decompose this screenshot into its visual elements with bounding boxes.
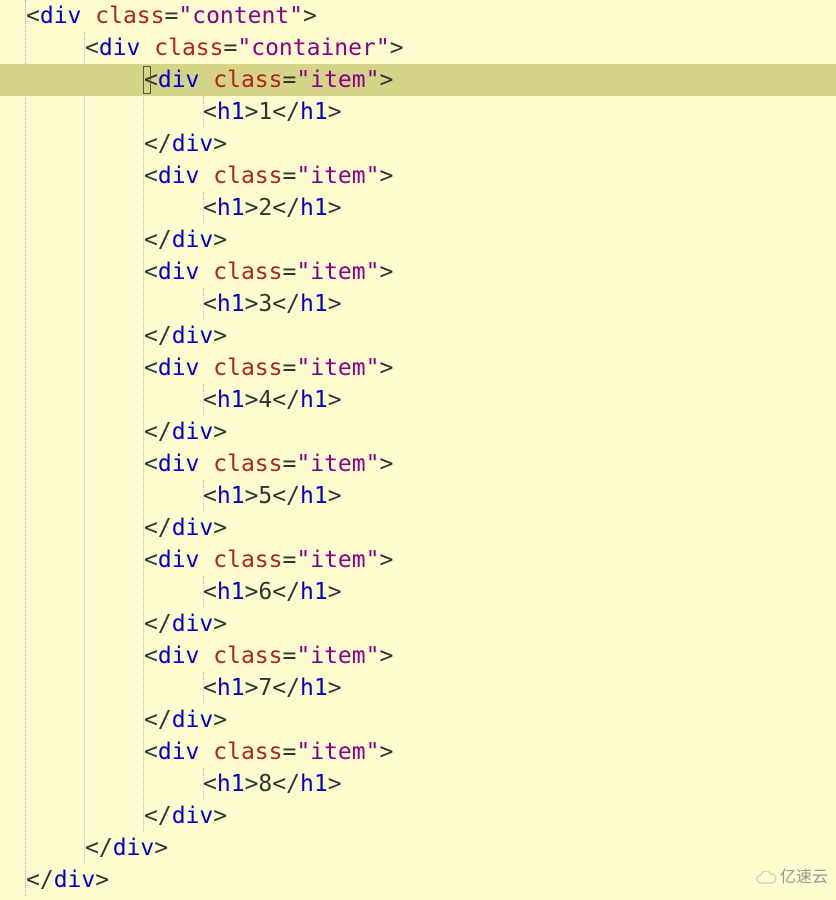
cursor bbox=[143, 66, 151, 94]
indent-guide bbox=[203, 96, 204, 128]
indent-guide bbox=[203, 384, 204, 416]
code-line[interactable]: <div class="item"> bbox=[0, 544, 836, 576]
code-line[interactable]: </div> bbox=[0, 416, 836, 448]
code-line[interactable]: <h1>3</h1> bbox=[0, 288, 836, 320]
indent-guide bbox=[203, 576, 204, 608]
code-line[interactable]: <div class="item"> bbox=[0, 448, 836, 480]
indent-guide bbox=[203, 192, 204, 224]
code-line[interactable]: </div> bbox=[0, 512, 836, 544]
code-editor[interactable]: <div class="content"><div class="contain… bbox=[0, 0, 836, 896]
code-line[interactable]: </div> bbox=[0, 800, 836, 832]
code-line[interactable]: <h1>1</h1> bbox=[0, 96, 836, 128]
code-line[interactable]: </div> bbox=[0, 128, 836, 160]
code-line[interactable]: <div class="container"> bbox=[0, 32, 836, 64]
code-line[interactable]: <div class="item"> bbox=[0, 640, 836, 672]
code-line[interactable]: <h1>6</h1> bbox=[0, 576, 836, 608]
code-line[interactable]: <div class="item"> bbox=[0, 160, 836, 192]
watermark: 亿速云 bbox=[755, 862, 828, 894]
code-line[interactable]: <div class="item"> bbox=[0, 352, 836, 384]
code-line[interactable]: </div> bbox=[0, 320, 836, 352]
code-line[interactable]: </div> bbox=[0, 224, 836, 256]
indent-guide bbox=[203, 672, 204, 704]
code-line[interactable]: <h1>2</h1> bbox=[0, 192, 836, 224]
code-line[interactable]: <h1>4</h1> bbox=[0, 384, 836, 416]
code-line[interactable]: <div class="item"> bbox=[0, 736, 836, 768]
cloud-icon bbox=[755, 871, 777, 885]
code-line[interactable]: <div class="item"> bbox=[0, 64, 836, 96]
code-line[interactable]: <div class="content"> bbox=[0, 0, 836, 32]
code-line[interactable]: <h1>8</h1> bbox=[0, 768, 836, 800]
code-line[interactable]: </div> bbox=[0, 864, 836, 896]
code-line[interactable]: <h1>5</h1> bbox=[0, 480, 836, 512]
indent-guide bbox=[203, 768, 204, 800]
indent-guide bbox=[203, 480, 204, 512]
code-line[interactable]: </div> bbox=[0, 704, 836, 736]
code-line[interactable]: <h1>7</h1> bbox=[0, 672, 836, 704]
code-line[interactable]: </div> bbox=[0, 608, 836, 640]
watermark-text: 亿速云 bbox=[780, 862, 828, 894]
indent-guide bbox=[203, 288, 204, 320]
code-line[interactable]: <div class="item"> bbox=[0, 256, 836, 288]
code-line[interactable]: </div> bbox=[0, 832, 836, 864]
